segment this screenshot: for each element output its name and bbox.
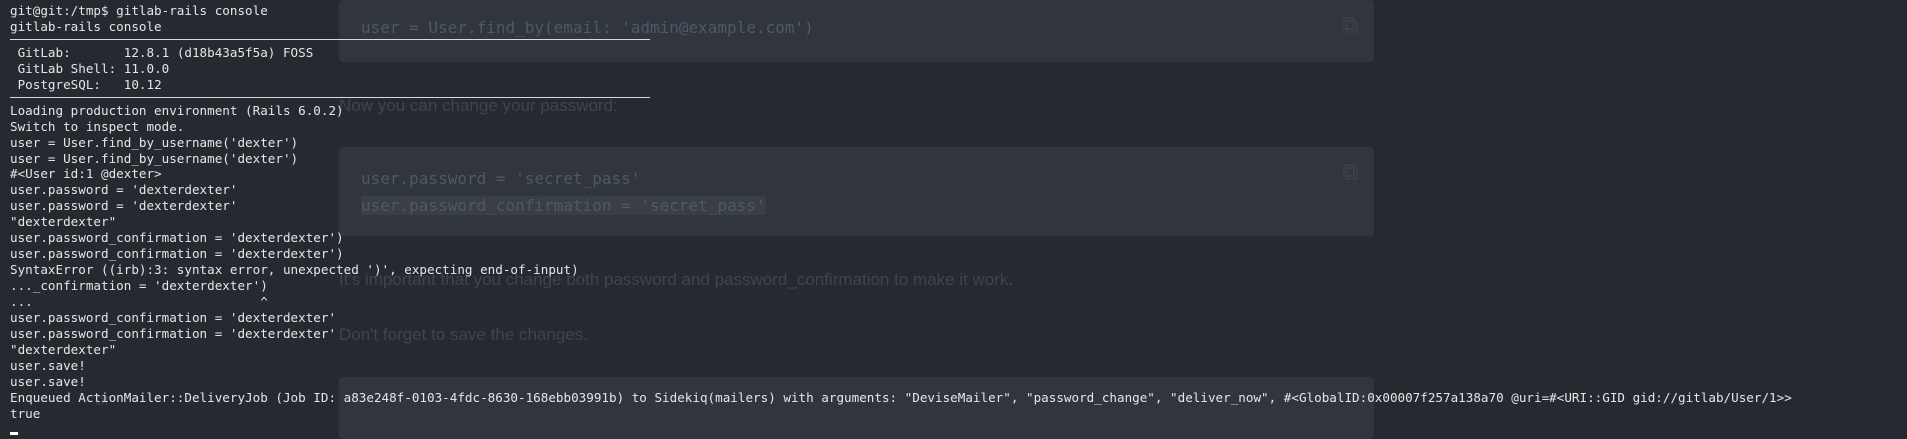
banner-row: PostgreSQL: 10.12 bbox=[10, 77, 1792, 93]
banner-divider-top bbox=[10, 38, 650, 40]
terminal-line: #<User id:1 @dexter> bbox=[10, 166, 162, 182]
terminal-line: user.password_confirmation = 'dexterdext… bbox=[10, 309, 337, 325]
banner-label: GitLab: bbox=[10, 44, 117, 60]
terminal-output[interactable]: git@git:/tmp$ gitlab-rails console gitla… bbox=[10, 0, 1792, 437]
terminal-line: true bbox=[10, 405, 41, 421]
terminal-line: gitlab-rails console bbox=[10, 18, 162, 34]
banner-row: GitLab Shell: 11.0.0 bbox=[10, 61, 1792, 77]
banner-value: 12.8.1 (d18b43a5f5a) FOSS bbox=[116, 44, 314, 60]
terminal-line: user.password = 'dexterdexter' bbox=[10, 182, 238, 198]
terminal-line: user.password_confirmation = 'dexterdext… bbox=[10, 325, 337, 341]
banner-value: 11.0.0 bbox=[116, 60, 170, 76]
banner-divider-bottom bbox=[10, 96, 650, 98]
terminal-line: user.save! bbox=[10, 357, 86, 373]
version-banner: GitLab: 12.8.1 (d18b43a5f5a) FOSS GitLab… bbox=[10, 45, 1792, 93]
banner-label: PostgreSQL: bbox=[10, 76, 117, 92]
banner-value: 10.12 bbox=[116, 76, 162, 92]
terminal-line: user.password_confirmation = 'dexterdext… bbox=[10, 230, 344, 246]
terminal-line: user.password = 'dexterdexter' bbox=[10, 198, 238, 214]
terminal-line: user = User.find_by_username('dexter') bbox=[10, 150, 299, 166]
terminal-line: user.save! bbox=[10, 373, 86, 389]
terminal-line: ... ^ bbox=[10, 293, 268, 309]
banner-row: GitLab: 12.8.1 (d18b43a5f5a) FOSS bbox=[10, 45, 1792, 61]
terminal-line: user.password_confirmation = 'dexterdext… bbox=[10, 246, 344, 262]
terminal-line: "dexterdexter" bbox=[10, 214, 117, 230]
terminal-prompt-line: git@git:/tmp$ gitlab-rails console bbox=[10, 3, 268, 18]
terminal-line: Enqueued ActionMailer::DeliveryJob (Job … bbox=[10, 389, 1792, 405]
terminal-line: "dexterdexter" bbox=[10, 341, 117, 357]
terminal-line: user = User.find_by_username('dexter') bbox=[10, 134, 299, 150]
terminal-cursor bbox=[10, 432, 18, 436]
banner-label: GitLab Shell: bbox=[10, 60, 117, 76]
terminal-error-line: SyntaxError ((irb):3: syntax error, unex… bbox=[10, 262, 579, 278]
terminal-line: ..._confirmation = 'dexterdexter') bbox=[10, 278, 268, 293]
terminal-line: Loading production environment (Rails 6.… bbox=[10, 102, 344, 118]
terminal-line: Switch to inspect mode. bbox=[10, 118, 185, 134]
terminal-input-line[interactable] bbox=[10, 421, 1792, 437]
